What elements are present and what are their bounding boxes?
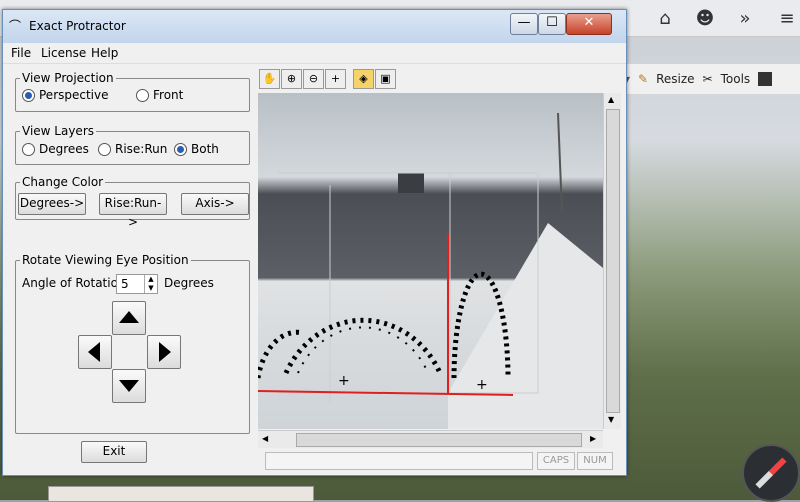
pencil-icon: ✎ <box>638 72 649 86</box>
crosshair-icon[interactable]: + <box>325 69 346 89</box>
app-window: ⌒ Exact Protractor — ☐ ✕ File License He… <box>2 9 627 476</box>
arrow-down-icon <box>119 380 139 392</box>
radio-rise-run-label: Rise:Run <box>115 142 168 156</box>
status-bar: CAPS NUM <box>265 452 615 470</box>
status-message <box>265 452 533 470</box>
view-projection-legend: View Projection <box>20 71 116 85</box>
arrow-up-icon <box>119 311 139 323</box>
angle-spinner[interactable]: 5 ▲ ▼ <box>116 274 158 294</box>
house-gable <box>448 223 603 429</box>
degrees-protractor-arc <box>283 317 443 375</box>
protractor-viewport[interactable]: + + <box>258 93 603 429</box>
radio-perspective-circle <box>22 88 35 102</box>
vertical-scroll-thumb[interactable] <box>606 109 620 413</box>
compass-icon[interactable] <box>742 444 800 502</box>
radio-both-label: Both <box>191 142 219 156</box>
app-icon: ⌒ <box>9 19 22 33</box>
rise-run-color-button[interactable]: Rise:Run-> <box>99 193 167 229</box>
menu-bar: File License Help <box>3 43 626 64</box>
spinner-up-icon[interactable]: ▲ <box>144 275 157 284</box>
radio-degrees-label: Degrees <box>39 142 89 156</box>
home-icon[interactable]: ⌂ <box>652 6 678 32</box>
degrees-color-button[interactable]: Degrees-> <box>18 193 86 215</box>
radio-front[interactable]: Front <box>136 88 183 102</box>
left-protractor-arc <box>258 329 304 379</box>
scroll-up-icon[interactable]: ▲ <box>608 95 614 104</box>
view-projection-group: View Projection Perspective Front <box>15 71 250 112</box>
num-indicator: NUM <box>577 452 613 470</box>
radio-perspective[interactable]: Perspective <box>22 88 109 102</box>
radio-front-label: Front <box>153 88 184 102</box>
origin-mark: + <box>338 373 350 389</box>
chevron-right-icon[interactable]: » <box>732 6 758 32</box>
extension-icon[interactable] <box>758 72 773 86</box>
change-color-group: Change Color Degrees-> Rise:Run-> Axis-> <box>15 175 250 229</box>
exit-button[interactable]: Exit <box>81 441 147 463</box>
zoom-in-icon[interactable]: ⊕ <box>281 69 302 89</box>
menu-icon[interactable]: ≡ <box>774 6 800 32</box>
zoom-out-icon[interactable]: ⊖ <box>303 69 324 89</box>
radio-front-circle <box>136 88 149 102</box>
vertical-scrollbar[interactable]: ▲ ▼ <box>603 93 621 429</box>
pan-hand-icon[interactable]: ✋ <box>259 69 280 89</box>
smiley-icon[interactable]: ☻ <box>692 6 718 32</box>
rotate-eye-group: Rotate Viewing Eye Position Angle of Rot… <box>15 253 250 434</box>
spinner-down-icon[interactable]: ▼ <box>144 284 157 293</box>
scroll-down-icon[interactable]: ▼ <box>608 415 614 424</box>
radio-both[interactable]: Both <box>174 142 219 156</box>
angle-unit: Degrees <box>164 276 214 290</box>
radio-rise-run[interactable]: Rise:Run <box>98 142 167 156</box>
change-color-legend: Change Color <box>20 175 106 189</box>
rotate-left-button[interactable] <box>78 335 112 369</box>
angle-label: Angle of Rotation <box>22 276 126 290</box>
arrow-left-icon <box>88 342 100 362</box>
title-bar[interactable]: ⌒ Exact Protractor — ☐ ✕ <box>3 10 626 43</box>
protractor-overlay: + + <box>258 112 603 429</box>
radio-degrees[interactable]: Degrees <box>22 142 89 156</box>
axis-color-button[interactable]: Axis-> <box>181 193 249 215</box>
menu-file[interactable]: File <box>11 46 31 60</box>
radio-both-circle <box>174 142 187 156</box>
scroll-left-icon[interactable]: ◀ <box>262 434 268 443</box>
scroll-right-icon[interactable]: ▶ <box>590 434 596 443</box>
close-button[interactable]: ✕ <box>566 13 612 35</box>
radio-rise-run-circle <box>98 142 111 156</box>
rotate-down-button[interactable] <box>112 369 146 403</box>
export-image-icon[interactable]: ▣ <box>375 69 396 89</box>
radio-degrees-circle <box>22 142 35 156</box>
caps-indicator: CAPS <box>537 452 575 470</box>
antenna <box>557 112 563 214</box>
view-layers-group: View Layers Degrees Rise:Run Both <box>15 124 250 165</box>
rotate-right-button[interactable] <box>147 335 181 369</box>
maximize-button[interactable]: ☐ <box>538 13 566 35</box>
view-layers-legend: View Layers <box>20 124 96 138</box>
minimize-button[interactable]: — <box>510 13 538 35</box>
viewer-toolbar: ✋ ⊕ ⊖ + ◈ ▣ <box>259 69 396 89</box>
horizontal-scroll-thumb[interactable] <box>296 433 582 447</box>
radio-perspective-label: Perspective <box>39 88 109 102</box>
menu-license[interactable]: License <box>41 46 86 60</box>
origin-mark-right: + <box>476 377 488 393</box>
tools-icon: ✂ <box>702 72 713 86</box>
tools-menu[interactable]: Tools <box>721 72 751 86</box>
browser-toolbar: ▾ ✎ Resize ✂ Tools <box>620 64 800 94</box>
menu-help[interactable]: Help <box>91 46 118 60</box>
resize-menu[interactable]: Resize <box>656 72 694 86</box>
angle-value: 5 <box>121 277 129 291</box>
window-title: Exact Protractor <box>29 19 126 33</box>
rotate-eye-legend: Rotate Viewing Eye Position <box>20 253 191 267</box>
chimney <box>398 173 424 193</box>
color-palette-icon[interactable]: ◈ <box>353 69 374 89</box>
arrow-right-icon <box>159 342 171 362</box>
horizontal-scrollbar[interactable]: ◀ ▶ <box>258 430 603 448</box>
rotate-up-button[interactable] <box>112 301 146 335</box>
